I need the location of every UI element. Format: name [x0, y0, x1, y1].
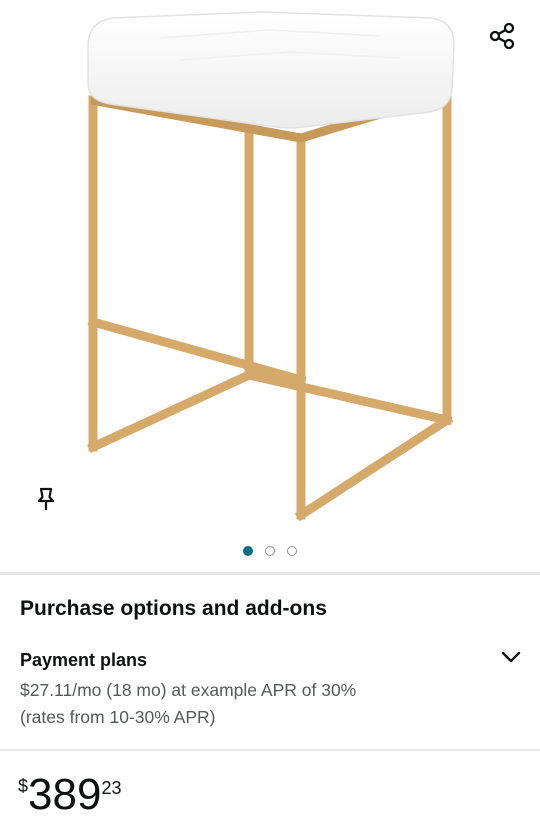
- price-fraction: 23: [101, 778, 122, 798]
- section-divider: [0, 572, 540, 575]
- price-symbol: $: [18, 776, 29, 796]
- section-divider: [0, 749, 540, 751]
- share-icon[interactable]: [484, 18, 520, 54]
- product-image-gallery[interactable]: [0, 0, 540, 572]
- chevron-down-icon[interactable]: [498, 644, 524, 670]
- carousel-dot-1[interactable]: [243, 546, 253, 556]
- payment-plans-label: Payment plans: [20, 650, 148, 670]
- purchase-options-title: Purchase options and add-ons: [20, 597, 327, 620]
- price-whole: 389: [28, 770, 102, 819]
- payment-plan-monthly: $27.11/mo (18 mo) at example APR of 30%: [20, 680, 357, 700]
- pin-icon[interactable]: [32, 484, 60, 514]
- carousel-dot-3[interactable]: [287, 546, 297, 556]
- payment-plan-rates: (rates from 10-30% APR): [20, 707, 216, 727]
- product-image[interactable]: [0, 0, 540, 572]
- product-price: $ 389 23: [18, 770, 121, 820]
- image-carousel-dots: [0, 546, 540, 556]
- payment-plans-row[interactable]: Payment plans $27.11/mo (18 mo) at examp…: [0, 640, 540, 750]
- carousel-dot-2[interactable]: [265, 546, 275, 556]
